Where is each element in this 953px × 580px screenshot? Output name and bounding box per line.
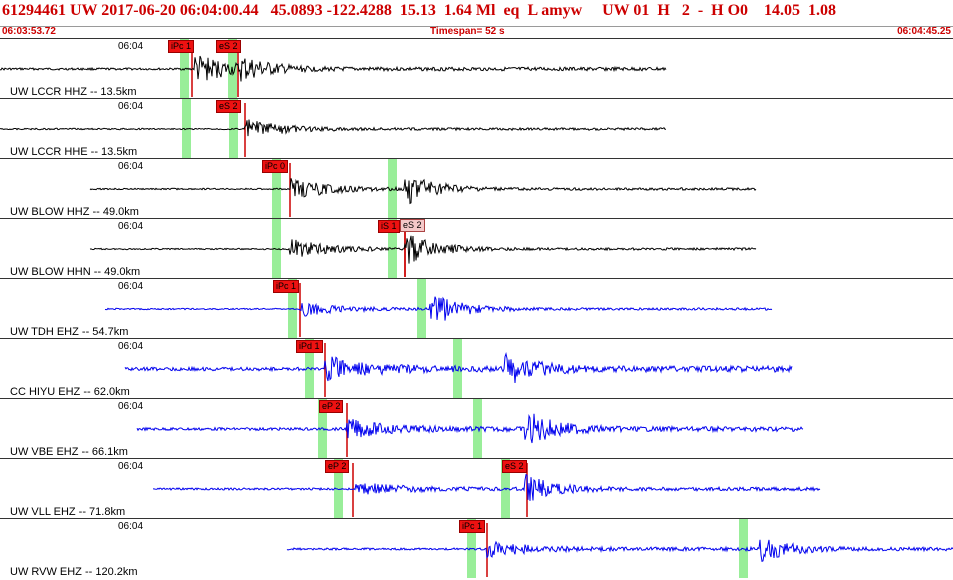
panel-time-label: 06:04 bbox=[118, 161, 144, 172]
phase-pick-flag[interactable]: eS 2 bbox=[216, 40, 241, 53]
phase-pick-flag[interactable]: iPd 1 bbox=[296, 340, 323, 353]
panel-time-label: 06:04 bbox=[118, 461, 144, 472]
panel-time-label: 06:04 bbox=[118, 281, 144, 292]
seismic-trace bbox=[286, 539, 953, 562]
phase-pick-flag[interactable]: iPc 0 bbox=[262, 160, 289, 173]
phase-pick-flag[interactable]: eP 2 bbox=[319, 400, 344, 413]
seismogram-panel[interactable]: 06:04 UW TDH EHZ -- 54.7km iPc 1 bbox=[0, 278, 953, 338]
panel-time-label: 06:04 bbox=[118, 341, 144, 352]
phase-pick-flag[interactable]: iPc 1 bbox=[459, 520, 486, 533]
start-time: 06:03:53.72 bbox=[2, 26, 56, 37]
end-time: 06:04:45.25 bbox=[897, 26, 951, 37]
timespan-label: Timespan= 52 s bbox=[430, 26, 505, 37]
panel-time-label: 06:04 bbox=[118, 101, 144, 112]
seismogram-panel[interactable]: 06:04 UW RVW EHZ -- 120.2km iPc 1 bbox=[0, 518, 953, 578]
channel-label: UW RVW EHZ -- 120.2km bbox=[10, 566, 138, 578]
phase-pick-flag[interactable]: eP 2 bbox=[325, 460, 350, 473]
seismogram-panel[interactable]: 06:04 CC HIYU EHZ -- 62.0km iPd 1 bbox=[0, 338, 953, 398]
panel-time-label: 06:04 bbox=[118, 401, 144, 412]
channel-label: CC HIYU EHZ -- 62.0km bbox=[10, 386, 130, 398]
seismic-trace bbox=[136, 413, 804, 444]
seismogram-panel[interactable]: 06:04 UW BLOW HHN -- 49.0km iS 1 eS 2 bbox=[0, 218, 953, 278]
panel-time-label: 06:04 bbox=[118, 221, 144, 232]
seismic-trace bbox=[0, 119, 666, 137]
phase-pick-flag[interactable]: eS 2 bbox=[502, 460, 527, 473]
seismic-trace bbox=[0, 55, 667, 82]
waveform-panels: 06:04 UW LCCR HHZ -- 13.5km iPc 1 eS 2 06:04… bbox=[0, 38, 953, 580]
seismic-trace bbox=[89, 178, 757, 205]
event-header: 61294461 UW 2017-06-20 06:04:00.44 45.08… bbox=[0, 0, 953, 27]
seismogram-panel[interactable]: 06:04 UW VLL EHZ -- 71.8km eP 2 eS 2 bbox=[0, 458, 953, 518]
panel-time-label: 06:04 bbox=[118, 41, 144, 52]
seismogram-panel[interactable]: 06:04 UW VBE EHZ -- 66.1km eP 2 bbox=[0, 398, 953, 458]
seismogram-panel[interactable]: 06:04 UW LCCR HHE -- 13.5km eS 2 bbox=[0, 98, 953, 158]
phase-pick-flag[interactable]: iPc 1 bbox=[168, 40, 195, 53]
phase-pick-flag[interactable]: eS 2 bbox=[400, 219, 425, 232]
seismic-trace bbox=[104, 296, 773, 321]
channel-label: UW LCCR HHZ -- 13.5km bbox=[10, 86, 137, 98]
phase-pick-flag[interactable]: eS 2 bbox=[216, 100, 241, 113]
seismic-trace bbox=[89, 235, 757, 264]
channel-label: UW TDH EHZ -- 54.7km bbox=[10, 326, 129, 338]
channel-label: UW VLL EHZ -- 71.8km bbox=[10, 506, 126, 518]
channel-label: UW VBE EHZ -- 66.1km bbox=[10, 446, 128, 458]
panel-time-label: 06:04 bbox=[118, 521, 144, 532]
seismogram-panel[interactable]: 06:04 UW LCCR HHZ -- 13.5km iPc 1 eS 2 bbox=[0, 38, 953, 98]
channel-label: UW BLOW HHN -- 49.0km bbox=[10, 266, 141, 278]
phase-pick-flag[interactable]: iS 1 bbox=[378, 220, 400, 233]
seismic-trace bbox=[153, 473, 821, 501]
seismogram-panel[interactable]: 06:04 UW BLOW HHZ -- 49.0km iPc 0 bbox=[0, 158, 953, 218]
time-window-marker bbox=[473, 399, 482, 458]
channel-label: UW BLOW HHZ -- 49.0km bbox=[10, 206, 139, 218]
channel-label: UW LCCR HHE -- 13.5km bbox=[10, 146, 138, 158]
phase-pick-flag[interactable]: iPc 1 bbox=[273, 280, 300, 293]
event-summary-line: 61294461 UW 2017-06-20 06:04:00.44 45.08… bbox=[2, 2, 837, 19]
